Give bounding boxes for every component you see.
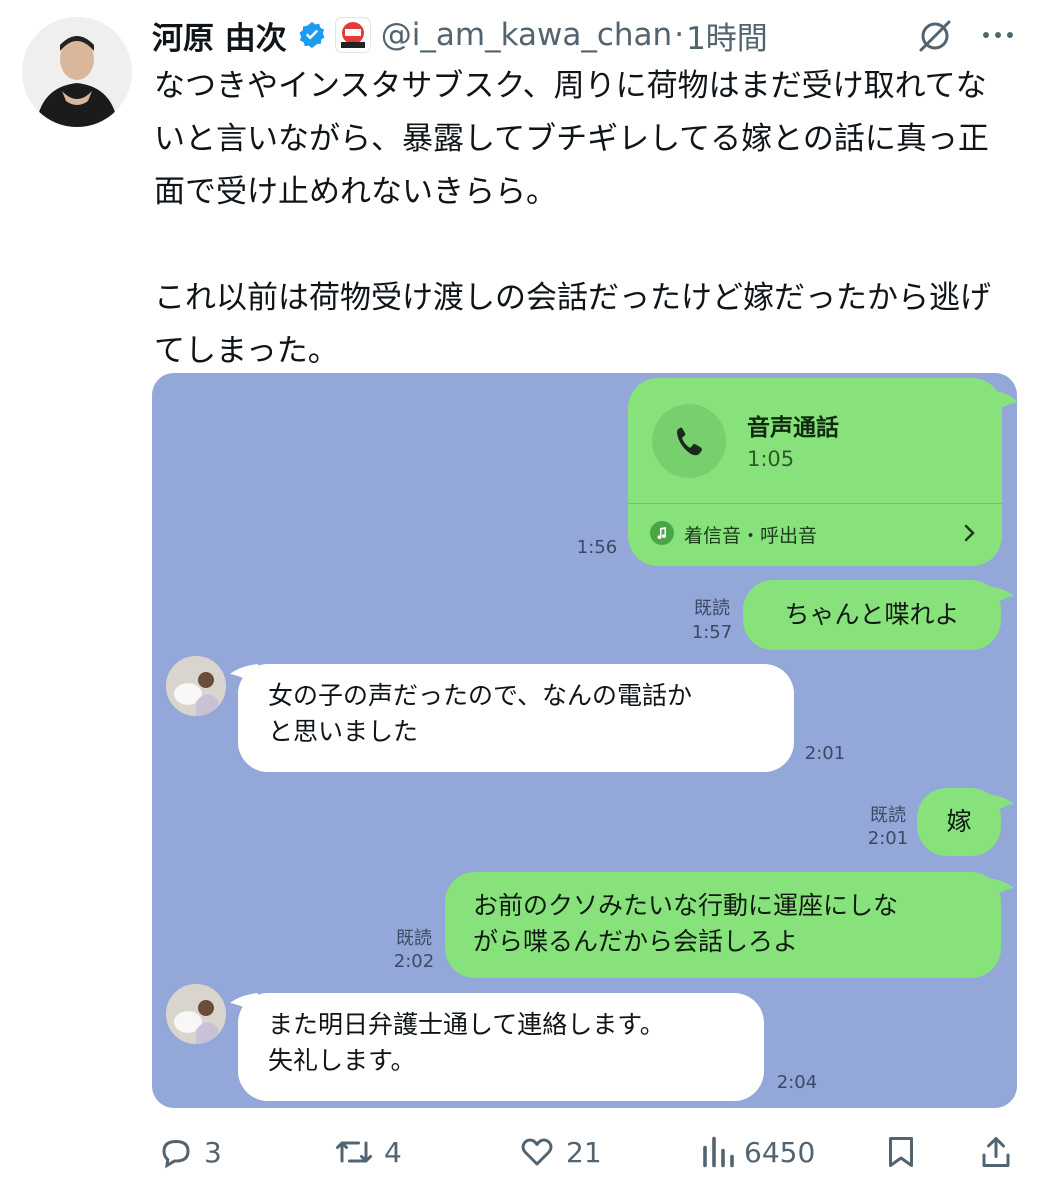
call-duration: 1:05 [747,447,795,471]
share-icon [982,1137,1010,1167]
message-timestamp: 2:02 [393,951,435,972]
call-title: 音声通話 [747,415,839,441]
separator-dot: · [674,17,685,53]
heart-icon [521,1138,553,1166]
repost-icon [336,1141,372,1163]
views-button[interactable]: 6450 [700,1130,815,1174]
contact-message-bubble: また明日弁護士通して連絡します。 失礼します。 [238,993,764,1101]
reply-button[interactable]: 3 [158,1130,222,1174]
ringtone-label[interactable]: 着信音・呼出音 [684,521,817,548]
tweet-text: なつきやインスタサブスク、周りに荷物はまだ受け取れてないと言いながら、暴露してブ… [154,68,991,369]
tweet-time[interactable]: 1時間 [686,13,768,58]
reply-count: 3 [204,1135,222,1169]
author-name[interactable]: 河原 由次 [152,13,287,58]
message-timestamp: 2:04 [776,1072,818,1093]
tweet-header: 河原 由次 @i_am_kawa_chan · 1時間 [152,12,768,58]
author-handle[interactable]: @i_am_kawa_chan [381,17,672,53]
call-divider [628,503,1002,504]
grok-icon[interactable] [915,16,955,56]
phone-icon [677,427,702,456]
read-receipt: 既読 [396,928,432,949]
bubble-tail [988,878,1014,900]
verified-badge-icon [299,21,325,49]
contact-avatar[interactable] [166,984,226,1044]
chevron-right-icon[interactable] [962,522,978,544]
my-message-bubble: ちゃんと喋れよ [743,580,1001,650]
views-chart-icon [703,1136,734,1168]
bookmark-icon [889,1137,913,1167]
repost-count: 4 [384,1135,402,1169]
contact-avatar[interactable] [166,656,226,716]
more-options-icon[interactable] [976,18,1020,52]
channel-logo-icon [334,17,371,53]
person-photo [22,17,132,127]
my-message-bubble: お前のクソみたいな行動に運座にしな がら喋るんだから会話しろよ [445,872,1001,978]
call-timestamp: 1:56 [576,537,618,558]
like-count: 21 [566,1135,602,1169]
bookmark-button[interactable] [884,1130,928,1174]
author-avatar[interactable] [22,17,132,127]
like-button[interactable]: 21 [518,1130,602,1174]
message-timestamp: 2:01 [804,743,846,764]
call-icon-circle [652,404,726,478]
share-button[interactable] [978,1130,1024,1174]
message-timestamp: 2:01 [867,828,909,849]
reply-icon [162,1139,190,1169]
views-count: 6450 [744,1135,816,1169]
music-note-icon [650,521,674,545]
contact-message-bubble: 女の子の声だったので、なんの電話か と思いました [238,664,794,772]
read-receipt: 既読 [694,598,730,619]
repost-button[interactable]: 4 [334,1130,402,1174]
bubble-tail [988,794,1014,816]
message-timestamp: 1:57 [691,622,733,643]
read-receipt: 既読 [870,805,906,826]
bubble-tail [990,390,1018,414]
bubble-tail [988,586,1014,608]
